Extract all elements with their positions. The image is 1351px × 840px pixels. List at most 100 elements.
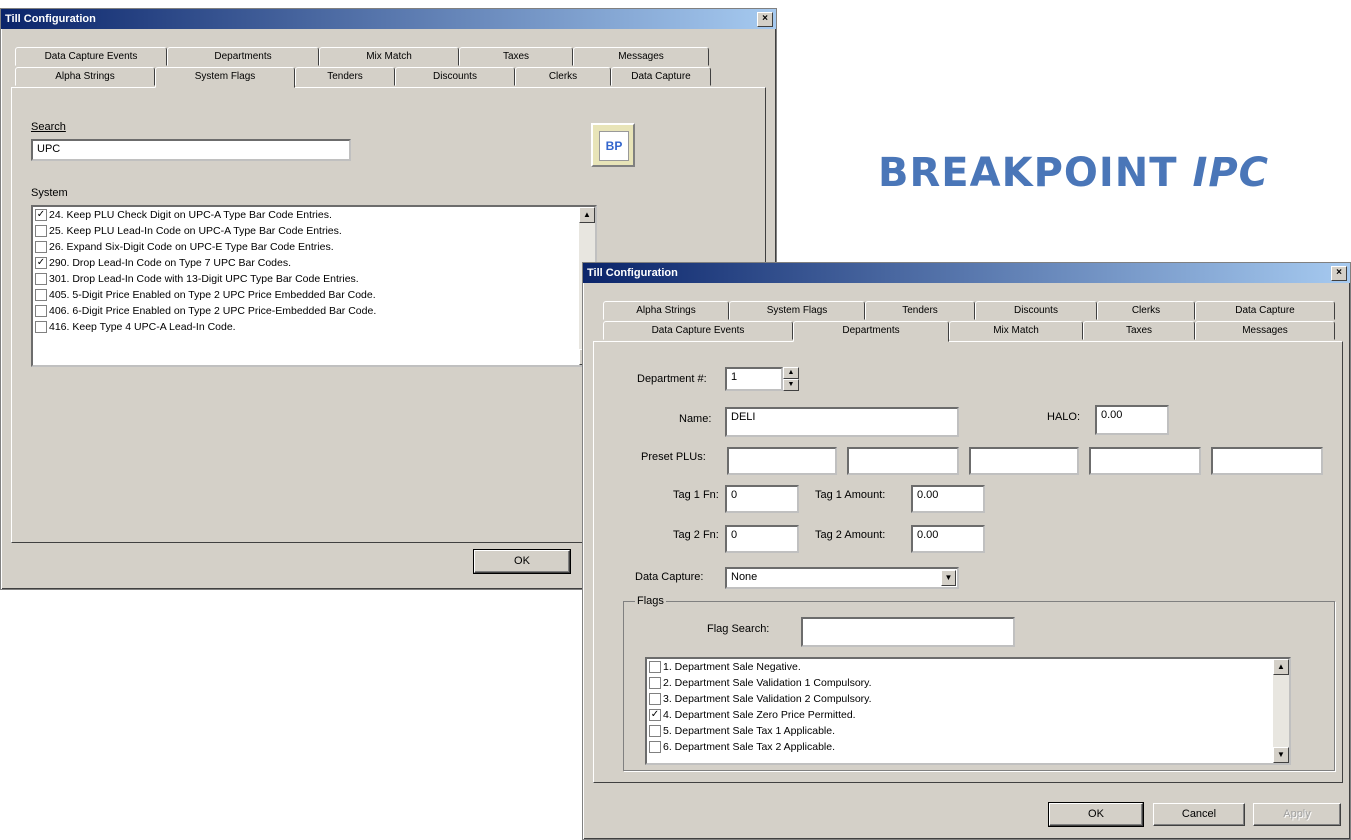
list-item-label: 26. Expand Six-Digit Code on UPC-E Type … — [49, 241, 334, 253]
tab-taxes[interactable]: Taxes — [459, 47, 573, 66]
tab-departments[interactable]: Departments — [167, 47, 319, 66]
tag2-amount-input[interactable]: 0.00 — [911, 525, 985, 553]
ok-button[interactable]: OK — [1048, 802, 1144, 827]
tab-clerks[interactable]: Clerks — [515, 67, 611, 86]
tag1-fn-input[interactable]: 0 — [725, 485, 799, 513]
preset-plu-input-4[interactable] — [1089, 447, 1201, 475]
list-item-label: 416. Keep Type 4 UPC-A Lead-In Code. — [49, 321, 236, 333]
name-input[interactable]: DELI — [725, 407, 959, 437]
tab-alpha-strings[interactable]: Alpha Strings — [603, 301, 729, 320]
tab-departments[interactable]: Departments — [793, 321, 949, 342]
list-item-label: 3. Department Sale Validation 2 Compulso… — [663, 693, 872, 705]
checkbox[interactable] — [649, 741, 661, 753]
search-label: Search — [31, 121, 66, 133]
app-icon-glyph: BP — [599, 131, 629, 161]
tab-alpha-strings[interactable]: Alpha Strings — [15, 67, 155, 86]
checkbox-checked[interactable]: ✓ — [35, 209, 47, 221]
list-item-label: 406. 6-Digit Price Enabled on Type 2 UPC… — [49, 305, 377, 317]
tab-messages[interactable]: Messages — [1195, 321, 1335, 340]
tab-messages[interactable]: Messages — [573, 47, 709, 66]
tab-data-capture-events[interactable]: Data Capture Events — [15, 47, 167, 66]
checkbox-checked[interactable]: ✓ — [35, 257, 47, 269]
checkbox-checked[interactable]: ✓ — [649, 709, 661, 721]
department-number-stepper[interactable]: ▲ ▼ — [783, 367, 799, 391]
list-item[interactable]: 25. Keep PLU Lead-In Code on UPC-A Type … — [33, 223, 595, 239]
list-item[interactable]: 3. Department Sale Validation 2 Compulso… — [647, 691, 1289, 707]
list-item[interactable]: 301. Drop Lead-In Code with 13-Digit UPC… — [33, 271, 595, 287]
checkbox[interactable] — [35, 321, 47, 333]
title-bar[interactable]: Till Configuration × — [583, 263, 1350, 283]
close-button[interactable]: × — [1331, 266, 1347, 281]
flag-search-input[interactable] — [801, 617, 1015, 647]
preset-plu-input-1[interactable] — [727, 447, 837, 475]
flag-search-label: Flag Search: — [707, 623, 770, 635]
list-item-label: 24. Keep PLU Check Digit on UPC-A Type B… — [49, 209, 332, 221]
tab-tenders[interactable]: Tenders — [295, 67, 395, 86]
checkbox[interactable] — [35, 289, 47, 301]
data-capture-selected: None — [731, 571, 758, 583]
list-item[interactable]: 416. Keep Type 4 UPC-A Lead-In Code. — [33, 319, 595, 335]
preset-plu-input-3[interactable] — [969, 447, 1079, 475]
tab-mix-match[interactable]: Mix Match — [949, 321, 1083, 340]
list-item[interactable]: ✓ 24. Keep PLU Check Digit on UPC-A Type … — [33, 207, 595, 223]
department-number-input[interactable]: 1 — [725, 367, 783, 391]
checkbox[interactable] — [35, 225, 47, 237]
scroll-up-button[interactable]: ▲ — [579, 207, 595, 223]
tab-mix-match[interactable]: Mix Match — [319, 47, 459, 66]
stepper-up-icon[interactable]: ▲ — [783, 367, 799, 379]
checkbox[interactable] — [649, 661, 661, 673]
ok-button[interactable]: OK — [473, 549, 571, 574]
tab-system-flags[interactable]: System Flags — [729, 301, 865, 320]
cancel-button[interactable]: Cancel — [1153, 803, 1245, 826]
system-flags-list[interactable]: ✓ 24. Keep PLU Check Digit on UPC-A Type … — [31, 205, 597, 367]
list-item[interactable]: 1. Department Sale Negative. — [647, 659, 1289, 675]
tag1-fn-label: Tag 1 Fn: — [673, 489, 719, 501]
tag2-amount-label: Tag 2 Amount: — [815, 529, 886, 541]
checkbox[interactable] — [35, 241, 47, 253]
checkbox[interactable] — [649, 725, 661, 737]
tab-taxes[interactable]: Taxes — [1083, 321, 1195, 340]
department-flags-list[interactable]: 1. Department Sale Negative. 2. Departmen… — [645, 657, 1291, 765]
tag1-amount-input[interactable]: 0.00 — [911, 485, 985, 513]
tab-data-capture-events[interactable]: Data Capture Events — [603, 321, 793, 340]
preset-plu-input-5[interactable] — [1211, 447, 1323, 475]
halo-input[interactable]: 0.00 — [1095, 405, 1169, 435]
tab-discounts[interactable]: Discounts — [975, 301, 1097, 320]
list-item[interactable]: ✓ 290. Drop Lead-In Code on Type 7 UPC Ba… — [33, 255, 595, 271]
list-item-label: 2. Department Sale Validation 1 Compulso… — [663, 677, 872, 689]
list-item[interactable]: 406. 6-Digit Price Enabled on Type 2 UPC… — [33, 303, 595, 319]
vertical-scrollbar[interactable]: ▲ ▼ — [1273, 659, 1289, 763]
preset-plu-input-2[interactable] — [847, 447, 959, 475]
checkbox[interactable] — [649, 693, 661, 705]
scroll-down-button[interactable]: ▼ — [1273, 747, 1289, 763]
app-icon: BP — [591, 123, 635, 167]
checkbox[interactable] — [35, 305, 47, 317]
tab-clerks[interactable]: Clerks — [1097, 301, 1195, 320]
list-item[interactable]: 6. Department Sale Tax 2 Applicable. — [647, 739, 1289, 755]
stepper-down-icon[interactable]: ▼ — [783, 379, 799, 391]
checkbox[interactable] — [649, 677, 661, 689]
data-capture-label: Data Capture: — [635, 571, 704, 583]
search-input[interactable]: UPC — [31, 139, 351, 161]
list-item[interactable]: 2. Department Sale Validation 1 Compulso… — [647, 675, 1289, 691]
list-item[interactable]: ✓ 4. Department Sale Zero Price Permitted… — [647, 707, 1289, 723]
list-item[interactable]: 5. Department Sale Tax 1 Applicable. — [647, 723, 1289, 739]
tab-system-flags[interactable]: System Flags — [155, 67, 295, 88]
chevron-down-icon[interactable]: ▼ — [941, 570, 956, 586]
list-item[interactable]: 405. 5-Digit Price Enabled on Type 2 UPC… — [33, 287, 595, 303]
data-capture-select[interactable]: None ▼ — [725, 567, 959, 589]
brand-logo: BREAKPOINT IPC — [878, 150, 1269, 196]
tab-data-capture[interactable]: Data Capture — [611, 67, 711, 86]
tab-data-capture[interactable]: Data Capture — [1195, 301, 1335, 320]
list-item-label: 1. Department Sale Negative. — [663, 661, 801, 673]
tab-discounts[interactable]: Discounts — [395, 67, 515, 86]
list-item[interactable]: 26. Expand Six-Digit Code on UPC-E Type … — [33, 239, 595, 255]
tab-tenders[interactable]: Tenders — [865, 301, 975, 320]
list-item-label: 25. Keep PLU Lead-In Code on UPC-A Type … — [49, 225, 342, 237]
tag2-fn-input[interactable]: 0 — [725, 525, 799, 553]
title-bar[interactable]: Till Configuration × — [1, 9, 776, 29]
close-button[interactable]: × — [757, 12, 773, 27]
scroll-up-button[interactable]: ▲ — [1273, 659, 1289, 675]
checkbox[interactable] — [35, 273, 47, 285]
list-item-label: 301. Drop Lead-In Code with 13-Digit UPC… — [49, 273, 359, 285]
